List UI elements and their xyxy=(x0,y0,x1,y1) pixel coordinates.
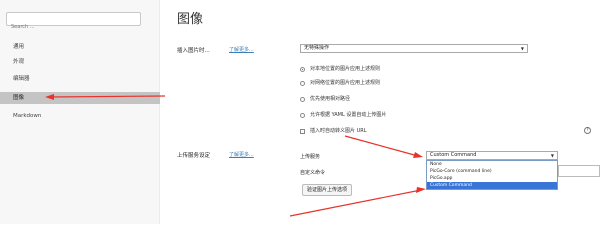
option-label: 优先使用相对路径 xyxy=(310,96,351,102)
insert-action-select[interactable]: 无特殊操作 ▼ xyxy=(300,44,528,53)
upload-service-value: Custom Command xyxy=(430,152,477,158)
page-title: 图像 xyxy=(177,12,204,27)
dropdown-option-picgo-core[interactable]: PicGo-Core (command line) xyxy=(427,168,557,175)
checkbox[interactable] xyxy=(300,129,305,134)
upload-learn-more-link[interactable]: 了解更多... xyxy=(229,151,254,158)
insert-option-local[interactable]: 对本地位置的图片应用上述规则 xyxy=(300,65,560,74)
chevron-down-icon: ▼ xyxy=(550,153,554,158)
sidebar-item-appearance[interactable]: 外观 xyxy=(0,56,160,68)
radio-button[interactable] xyxy=(300,81,305,86)
insert-action-value: 无特殊操作 xyxy=(304,45,330,51)
sidebar: 通用 外观 编辑器 图像 Markdown xyxy=(0,0,160,224)
option-label: 对本地位置的图片应用上述规则 xyxy=(310,66,381,72)
upload-service-select[interactable]: Custom Command ▼ xyxy=(426,151,558,160)
test-upload-button[interactable]: 验证图片上传选项 xyxy=(302,184,353,196)
radio-button[interactable] xyxy=(300,97,305,102)
chevron-down-icon: ▼ xyxy=(520,46,524,51)
search-input[interactable] xyxy=(7,21,140,33)
option-label: 插入时自动转义图片 URL xyxy=(310,128,367,134)
dropdown-option-custom-command[interactable]: Custom Command xyxy=(427,182,557,189)
custom-command-input[interactable] xyxy=(558,165,600,177)
insert-option-relative[interactable]: 优先使用相对路径 xyxy=(300,95,560,104)
insert-option-yaml[interactable]: 允许根据 YAML 设置自动上传图片 xyxy=(300,111,560,120)
upload-service-label: 上传服务设定 xyxy=(177,153,211,159)
custom-command-label: 自定义命令 xyxy=(300,170,326,176)
main-panel: 图像 插入图片时... 了解更多... 无特殊操作 ▼ 对本地位置的图片应用上述… xyxy=(160,0,600,224)
sidebar-item-image[interactable]: 图像 xyxy=(0,92,160,104)
insert-image-label: 插入图片时... xyxy=(177,48,210,54)
dropdown-option-none[interactable]: None xyxy=(427,161,557,168)
radio-button[interactable] xyxy=(300,67,305,72)
radio-button[interactable] xyxy=(300,113,305,118)
insert-option-network[interactable]: 对网络位置的图片应用上述规则 xyxy=(300,79,560,88)
option-label: 允许根据 YAML 设置自动上传图片 xyxy=(310,112,387,118)
sidebar-item-general[interactable]: 通用 xyxy=(0,41,160,53)
option-label: 对网络位置的图片应用上述规则 xyxy=(310,80,381,86)
upload-service-dropdown: None PicGo-Core (command line) PicGo.app… xyxy=(426,160,558,190)
search-box[interactable] xyxy=(6,12,141,33)
insert-learn-more-link[interactable]: 了解更多... xyxy=(229,46,254,53)
sidebar-item-editor[interactable]: 编辑器 xyxy=(0,73,160,85)
help-icon[interactable]: ? xyxy=(584,127,591,134)
service-label: 上传服务 xyxy=(300,154,321,160)
insert-option-escape[interactable]: 插入时自动转义图片 URL xyxy=(300,127,560,136)
dropdown-option-picgo-app[interactable]: PicGo.app xyxy=(427,175,557,182)
sidebar-item-markdown[interactable]: Markdown xyxy=(0,110,160,122)
